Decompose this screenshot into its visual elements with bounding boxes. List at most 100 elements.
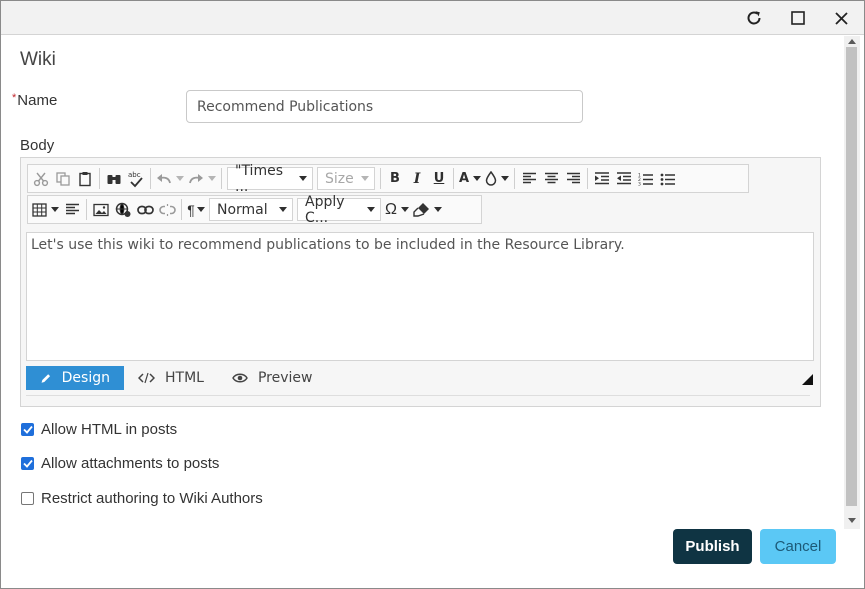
undo-icon bbox=[157, 173, 171, 183]
tab-preview[interactable]: Preview bbox=[218, 366, 327, 390]
outdent-button[interactable] bbox=[613, 167, 635, 190]
bulleted-list-icon bbox=[660, 173, 676, 185]
copy-icon bbox=[56, 171, 70, 186]
align-center-icon bbox=[544, 172, 558, 184]
redo-button[interactable] bbox=[186, 167, 218, 190]
font-family-value: "Times ... bbox=[235, 162, 283, 195]
allow-attachments-checkbox[interactable] bbox=[21, 457, 34, 470]
eraser-brush-icon bbox=[413, 203, 429, 217]
tab-design[interactable]: Design bbox=[26, 366, 124, 390]
chevron-down-icon bbox=[196, 207, 205, 212]
svg-text:3: 3 bbox=[638, 181, 641, 186]
chevron-down-icon bbox=[208, 176, 216, 181]
restrict-authoring-checkbox[interactable] bbox=[21, 492, 34, 505]
scroll-thumb[interactable] bbox=[846, 47, 857, 506]
cut-button[interactable] bbox=[30, 167, 52, 190]
restrict-authoring-label: Restrict authoring to Wiki Authors bbox=[41, 490, 263, 507]
chevron-down-icon bbox=[473, 176, 482, 181]
font-size-value: Size bbox=[325, 170, 354, 187]
droplet-icon bbox=[485, 171, 497, 186]
table-icon bbox=[32, 202, 47, 217]
align-left-button[interactable] bbox=[518, 167, 540, 190]
maximize-icon bbox=[791, 11, 805, 25]
close-button[interactable] bbox=[821, 1, 861, 35]
indent-icon bbox=[595, 171, 610, 184]
refresh-button[interactable] bbox=[734, 1, 774, 35]
cut-icon bbox=[33, 172, 49, 186]
chevron-down-icon bbox=[367, 207, 375, 212]
paragraph-format-button[interactable] bbox=[61, 198, 83, 221]
block-format-select[interactable]: Normal bbox=[209, 198, 293, 221]
code-icon bbox=[138, 372, 155, 384]
tab-html-label: HTML bbox=[165, 370, 204, 386]
align-center-button[interactable] bbox=[540, 167, 562, 190]
eye-icon bbox=[232, 373, 248, 383]
indent-button[interactable] bbox=[591, 167, 613, 190]
wiki-dialog: Wiki *Name Body bbox=[0, 0, 865, 589]
align-right-button[interactable] bbox=[562, 167, 584, 190]
format-stripper-button[interactable] bbox=[411, 198, 444, 221]
cancel-button[interactable]: Cancel bbox=[760, 529, 836, 564]
restrict-authoring-option[interactable]: Restrict authoring to Wiki Authors bbox=[21, 490, 263, 507]
binoculars-icon bbox=[107, 174, 121, 184]
allow-html-checkbox[interactable] bbox=[21, 423, 34, 436]
name-input[interactable] bbox=[186, 90, 583, 123]
insert-symbol-button[interactable]: Ω bbox=[383, 198, 411, 221]
refresh-icon bbox=[747, 11, 761, 25]
undo-button[interactable] bbox=[154, 167, 186, 190]
publish-button[interactable]: Publish bbox=[673, 529, 752, 564]
paste-icon bbox=[79, 171, 91, 186]
font-family-select[interactable]: "Times ... bbox=[227, 163, 313, 195]
insert-link-button[interactable] bbox=[134, 198, 156, 221]
font-color-label: A bbox=[459, 171, 470, 186]
editor-content-area[interactable]: Let's use this wiki to recommend publica… bbox=[26, 232, 814, 361]
redo-icon bbox=[189, 173, 203, 183]
find-button[interactable] bbox=[103, 167, 125, 190]
underline-button[interactable]: U bbox=[428, 167, 450, 190]
tab-html[interactable]: HTML bbox=[124, 366, 218, 390]
bold-button[interactable]: B bbox=[384, 167, 406, 190]
table-button[interactable] bbox=[30, 198, 61, 221]
allow-attachments-label: Allow attachments to posts bbox=[41, 455, 220, 472]
font-size-select[interactable]: Size bbox=[317, 167, 375, 190]
allow-html-option[interactable]: Allow HTML in posts bbox=[21, 421, 177, 438]
outdent-icon bbox=[617, 171, 632, 184]
css-class-select[interactable]: Apply C... bbox=[297, 194, 381, 226]
allow-attachments-option[interactable]: Allow attachments to posts bbox=[21, 455, 219, 472]
font-color-button[interactable]: A bbox=[457, 167, 483, 190]
symbol-label: Ω bbox=[385, 200, 397, 218]
maximize-button[interactable] bbox=[778, 1, 818, 35]
title-bar bbox=[1, 1, 864, 35]
paragraph-lines-icon bbox=[65, 203, 79, 215]
vertical-scrollbar[interactable] bbox=[844, 36, 860, 529]
spellcheck-button[interactable]: abc bbox=[125, 167, 147, 190]
bulleted-list-button[interactable] bbox=[657, 167, 679, 190]
paste-button[interactable] bbox=[74, 167, 96, 190]
chevron-down-icon bbox=[433, 207, 442, 212]
scroll-up-icon[interactable] bbox=[848, 39, 856, 44]
tab-preview-label: Preview bbox=[257, 370, 313, 386]
insert-image-button[interactable] bbox=[90, 198, 112, 221]
chevron-down-icon bbox=[400, 207, 409, 212]
background-color-button[interactable] bbox=[483, 167, 511, 190]
allow-html-label: Allow HTML in posts bbox=[41, 421, 178, 438]
editor-mode-bar: Design HTML Preview bbox=[26, 366, 326, 390]
align-left-icon bbox=[522, 172, 536, 184]
editor-resize-handle[interactable] bbox=[802, 374, 813, 385]
numbered-list-button[interactable]: 1 2 3 bbox=[635, 167, 657, 190]
paragraph-label: ¶ bbox=[187, 201, 195, 218]
scroll-down-icon[interactable] bbox=[848, 518, 856, 523]
link-icon bbox=[136, 205, 154, 214]
italic-button[interactable]: I bbox=[406, 167, 428, 190]
image-icon bbox=[93, 203, 109, 216]
copy-button[interactable] bbox=[52, 167, 74, 190]
checkmark-icon bbox=[22, 459, 33, 468]
remove-link-button[interactable] bbox=[156, 198, 178, 221]
chevron-down-icon bbox=[501, 176, 510, 181]
unlink-icon bbox=[158, 203, 176, 216]
insert-media-button[interactable] bbox=[112, 198, 134, 221]
paragraph-marks-button[interactable]: ¶ bbox=[185, 198, 207, 221]
chevron-down-icon bbox=[361, 176, 369, 181]
block-format-value: Normal bbox=[217, 201, 268, 218]
align-right-icon bbox=[566, 172, 580, 184]
